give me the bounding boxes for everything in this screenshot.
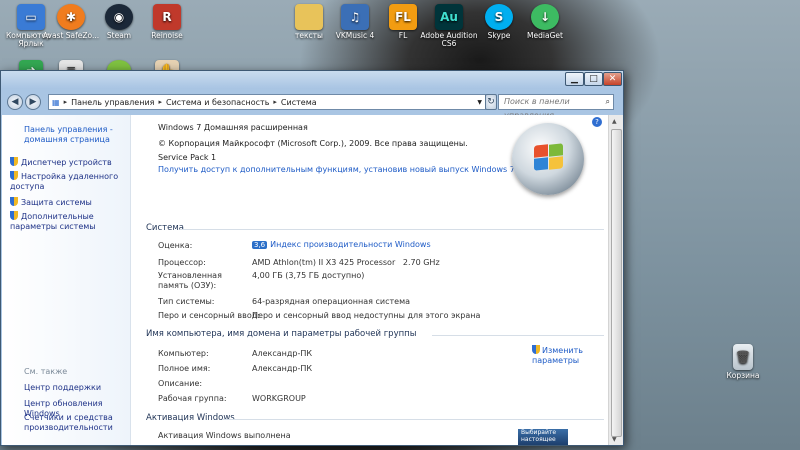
rating-label: Оценка: bbox=[158, 241, 193, 250]
sidebar-item-action-center[interactable]: Центр поддержки bbox=[24, 383, 130, 393]
content-area: Панель управления - домашняя страница Ди… bbox=[2, 115, 623, 445]
search-input[interactable]: Поиск в панели управления ⌕ bbox=[498, 94, 614, 120]
steam-icon: ◉ bbox=[105, 4, 133, 30]
breadcrumb-item[interactable]: Панель управления bbox=[71, 98, 154, 107]
activation-status: Активация Windows выполнена bbox=[158, 431, 291, 440]
sidebar-item-home[interactable]: Панель управления - домашняя страница bbox=[24, 125, 130, 145]
left-pane: Панель управления - домашняя страница Ди… bbox=[2, 115, 131, 445]
pen-touch-value: Перо и сенсорный ввод недоступны для это… bbox=[252, 311, 481, 320]
breadcrumb-item[interactable]: Система и безопасность bbox=[166, 98, 269, 107]
maximize-button[interactable]: □ bbox=[584, 72, 603, 86]
memory-value: 4,00 ГБ (3,75 ГБ доступно) bbox=[252, 271, 365, 280]
sidebar-item-performance[interactable]: Счетчики и средства производительности bbox=[24, 413, 130, 433]
desktop-icon-reinoise[interactable]: R Reinoise bbox=[136, 4, 198, 40]
navigation-bar: ◀ ▶ ▦ ▸ Панель управления ▸ Система и бе… bbox=[1, 91, 623, 120]
service-pack: Service Pack 1 bbox=[158, 153, 217, 162]
address-bar[interactable]: ▦ ▸ Панель управления ▸ Система и безопа… bbox=[48, 94, 486, 110]
windows-logo-icon bbox=[512, 123, 584, 195]
shield-icon bbox=[10, 157, 18, 166]
shield-icon bbox=[532, 345, 540, 354]
shield-icon bbox=[10, 211, 18, 220]
help-icon[interactable]: ? bbox=[592, 117, 602, 127]
audition-icon: Au bbox=[435, 4, 463, 30]
genuine-microsoft-badge[interactable]: Выбирайте настоящее bbox=[518, 429, 568, 445]
scrollbar-thumb[interactable] bbox=[611, 129, 622, 437]
chevron-right-icon: ▸ bbox=[158, 98, 162, 106]
processor-label: Процессор: bbox=[158, 258, 206, 267]
rating-value[interactable]: 3,6 Индекс производительности Windows bbox=[252, 240, 431, 249]
change-settings-link[interactable]: Изменить параметры bbox=[532, 345, 602, 366]
divider bbox=[180, 229, 604, 230]
description-label: Описание: bbox=[158, 379, 203, 388]
performance-index-badge: 3,6 bbox=[252, 241, 268, 249]
sidebar-item-device-manager[interactable]: Диспетчер устройств bbox=[10, 157, 128, 168]
title-bar[interactable] bbox=[1, 71, 623, 89]
chevron-right-icon: ▸ bbox=[63, 98, 68, 106]
main-pane: Windows 7 Домашняя расширенная © Корпора… bbox=[132, 115, 608, 445]
vertical-scrollbar[interactable]: ▲ ▼ bbox=[608, 115, 623, 445]
skype-icon: S bbox=[485, 4, 513, 30]
system-heading: Система bbox=[146, 223, 184, 233]
shield-icon bbox=[10, 197, 18, 206]
edition-name: Windows 7 Домашняя расширенная bbox=[158, 123, 308, 132]
avast-icon: ✱ bbox=[57, 4, 85, 30]
close-button[interactable]: ✕ bbox=[603, 72, 622, 86]
computer-label: Компьютер: bbox=[158, 349, 209, 358]
system-type-label: Тип системы: bbox=[158, 297, 215, 306]
processor-value: AMD Athlon(tm) II X3 425 Processor 2.70 … bbox=[252, 258, 440, 267]
workgroup-value: WORKGROUP bbox=[252, 394, 306, 403]
fl-studio-icon: FL bbox=[389, 4, 417, 30]
folder-icon bbox=[295, 4, 323, 30]
fullname-label: Полное имя: bbox=[158, 364, 211, 373]
pen-touch-label: Перо и сенсорный ввод: bbox=[158, 311, 260, 320]
divider bbox=[432, 335, 604, 336]
breadcrumb-item[interactable]: Система bbox=[281, 98, 317, 107]
system-type-value: 64-разрядная операционная система bbox=[252, 297, 411, 306]
workgroup-label: Рабочая группа: bbox=[158, 394, 227, 403]
divider bbox=[222, 419, 604, 420]
recycle-bin-icon: 🗑 bbox=[733, 344, 753, 370]
scroll-down-icon[interactable]: ▼ bbox=[612, 436, 617, 443]
copyright-text: © Корпорация Майкрософт (Microsoft Corp.… bbox=[158, 139, 468, 148]
back-button[interactable]: ◀ bbox=[7, 94, 23, 110]
control-panel-window: ▁ □ ✕ ◀ ▶ ▦ ▸ Панель управления ▸ Систем… bbox=[0, 70, 624, 446]
fullname-value: Александр-ПК bbox=[252, 364, 313, 373]
refresh-button[interactable]: ↻ bbox=[485, 94, 497, 110]
chevron-down-icon[interactable]: ▼ bbox=[477, 99, 482, 106]
control-panel-icon: ▦ bbox=[52, 97, 60, 107]
shield-icon bbox=[10, 171, 18, 180]
upgrade-link[interactable]: Получить доступ к дополнительным функция… bbox=[158, 165, 515, 174]
see-also-heading: См. также bbox=[24, 367, 68, 376]
mediaget-icon: ↓ bbox=[531, 4, 559, 30]
minimize-button[interactable]: ▁ bbox=[565, 72, 584, 86]
desktop-icon-recycle-bin[interactable]: 🗑 Корзина bbox=[712, 344, 774, 380]
computer-value: Александр-ПК bbox=[252, 349, 313, 358]
forward-button[interactable]: ▶ bbox=[25, 94, 41, 110]
search-icon: ⌕ bbox=[605, 97, 610, 106]
activation-heading: Активация Windows bbox=[146, 413, 235, 423]
memory-label: Установленная память (ОЗУ): bbox=[158, 271, 222, 290]
performance-index-link[interactable]: Индекс производительности Windows bbox=[270, 240, 430, 249]
sidebar-item-system-protection[interactable]: Защита системы bbox=[10, 197, 128, 208]
computer-name-heading: Имя компьютера, имя домена и параметры р… bbox=[146, 329, 417, 339]
desktop-icon-mediaget[interactable]: ↓ MediaGet bbox=[514, 4, 576, 40]
reinoise-icon: R bbox=[153, 4, 181, 30]
vkmusic-icon: ♫ bbox=[341, 4, 369, 30]
sidebar-item-advanced-settings[interactable]: Дополнительные параметры системы bbox=[10, 211, 128, 232]
scroll-up-icon[interactable]: ▲ bbox=[612, 118, 617, 125]
sidebar-item-remote-settings[interactable]: Настройка удаленного доступа bbox=[10, 171, 128, 192]
chevron-right-icon: ▸ bbox=[273, 98, 277, 106]
